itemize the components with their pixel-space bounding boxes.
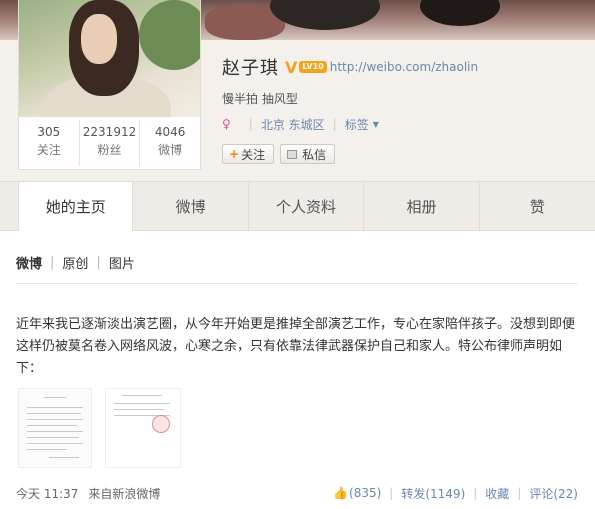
- tab-home[interactable]: 她的主页: [18, 182, 134, 231]
- tags-link[interactable]: 标签: [345, 116, 369, 133]
- tab-profile-info[interactable]: 个人资料: [249, 182, 365, 230]
- post-footer: 今天 11:37 来自新浪微博 👍 (835) | 转发(1149) | 收藏 …: [16, 484, 578, 502]
- like-count[interactable]: (835): [349, 486, 381, 500]
- post-source[interactable]: 来自新浪微博: [88, 485, 160, 502]
- message-icon: [287, 149, 298, 159]
- separator: |: [96, 255, 101, 270]
- profile-card: 305 关注 2231912 粉丝 4046 微博: [18, 0, 201, 170]
- stat-followers-label: 粉丝: [97, 143, 122, 157]
- stat-following-label: 关注: [36, 143, 61, 157]
- follow-button-label: 关注: [241, 147, 266, 162]
- tab-likes[interactable]: 赞: [480, 182, 595, 230]
- separator: |: [50, 255, 55, 270]
- female-icon: ♀: [222, 117, 231, 131]
- verified-icon[interactable]: V: [285, 58, 297, 77]
- feed-filter-nav: 微博 | 原创 | 图片: [16, 253, 135, 272]
- profile-name-row: 赵子琪 V LV10 http://weibo.com/zhaolin: [222, 54, 478, 80]
- filter-original[interactable]: 原创: [62, 253, 88, 272]
- message-button-label: 私信: [302, 147, 327, 162]
- divider: [16, 283, 578, 284]
- stat-followers[interactable]: 2231912 粉丝: [80, 120, 141, 166]
- user-name: 赵子琪: [222, 58, 279, 79]
- chevron-down-icon[interactable]: ▼: [373, 120, 379, 129]
- post-text: 近年来我已逐渐淡出演艺圈，从今年开始更是推掉全部演艺工作，专心在家陪伴孩子。没想…: [16, 317, 576, 376]
- follow-button[interactable]: + 关注: [222, 144, 275, 164]
- profile-meta-row: ♀ | 北京 东城区 | 标签 ▼: [222, 115, 379, 133]
- post-actions: 👍 (835) | 转发(1149) | 收藏 | 评论(22): [333, 485, 578, 502]
- post-timestamp[interactable]: 今天 11:37: [16, 485, 78, 502]
- filter-images[interactable]: 图片: [109, 253, 135, 272]
- stat-followers-count: 2231912: [82, 125, 137, 139]
- level-badge[interactable]: LV10: [299, 61, 327, 73]
- post-image-thumbnail[interactable]: [18, 388, 92, 468]
- tab-weibo[interactable]: 微博: [133, 182, 249, 230]
- filter-all-posts[interactable]: 微博: [16, 253, 42, 272]
- separator: |: [473, 486, 478, 500]
- profile-bio: 慢半拍 抽风型: [222, 92, 298, 106]
- profile-actions: + 关注 私信: [222, 144, 341, 164]
- thumbs-up-icon[interactable]: 👍: [333, 486, 348, 500]
- message-button[interactable]: 私信: [280, 144, 336, 164]
- stat-posts-count: 4046: [154, 125, 186, 139]
- favorite-link[interactable]: 收藏: [485, 485, 509, 502]
- comment-link[interactable]: 评论(22): [529, 485, 578, 502]
- stat-following-count: 305: [37, 125, 61, 139]
- profile-tab-bar: 她的主页 微博 个人资料 相册 赞: [0, 181, 595, 231]
- stat-posts[interactable]: 4046 微博: [140, 120, 200, 166]
- stat-following[interactable]: 305 关注: [19, 120, 80, 166]
- profile-url-link[interactable]: http://weibo.com/zhaolin: [330, 60, 478, 74]
- profile-stats: 305 关注 2231912 粉丝 4046 微博: [19, 120, 200, 166]
- post-images: [18, 388, 194, 468]
- plus-icon: +: [229, 147, 240, 161]
- tab-album[interactable]: 相册: [364, 182, 480, 230]
- post-image-thumbnail[interactable]: [105, 388, 181, 468]
- stat-posts-label: 微博: [158, 143, 183, 157]
- repost-link[interactable]: 转发(1149): [401, 485, 465, 502]
- location-link[interactable]: 北京 东城区: [261, 116, 325, 133]
- separator: |: [389, 486, 394, 500]
- separator: |: [248, 117, 253, 131]
- separator: |: [517, 486, 522, 500]
- separator: |: [332, 117, 337, 131]
- feed-content: 微博 | 原创 | 图片 近年来我已逐渐淡出演艺圈，从今年开始更是推掉全部演艺工…: [0, 231, 595, 509]
- avatar[interactable]: [19, 0, 200, 117]
- weibo-profile-page: 305 关注 2231912 粉丝 4046 微博 赵子琪 V LV10 htt…: [0, 0, 595, 509]
